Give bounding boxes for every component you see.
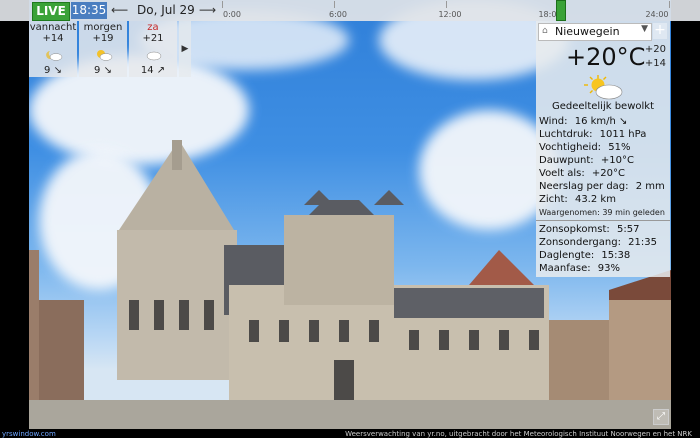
fullscreen-icon[interactable]: ⤢ [653, 409, 669, 425]
detail-label: Vochtigheid: [539, 142, 602, 153]
sun-row: Maanfase: 93% [539, 263, 620, 274]
weather-app: LIVE 18:35 ⟵ Do, Jul 29 ⟶ 0:00 6:00 12:0… [0, 0, 700, 438]
plus-icon[interactable]: + [653, 23, 667, 39]
topbar: LIVE 18:35 ⟵ Do, Jul 29 ⟶ 0:00 6:00 12:0… [0, 0, 700, 21]
chevron-down-icon: ▼ [641, 24, 648, 34]
footer-credit: Weersverwachting van yr.no, uitgebracht … [345, 430, 692, 438]
detail-label: Luchtdruk: [539, 129, 593, 140]
detail-row: Vochtigheid: 51% [539, 142, 630, 153]
current-temperature: +20°C [566, 43, 646, 71]
timeline-handle[interactable] [556, 0, 566, 21]
forecast-day-temp: +19 [92, 33, 114, 44]
current-weather-panel: ⌂ Nieuwegein ▼ + +20°C +20 +14 Gedeeltel… [536, 21, 670, 277]
arrow-left-icon[interactable]: ⟵ [111, 3, 128, 17]
sun-label: Maanfase: [539, 263, 591, 274]
observed-time: Waargenomen: 39 min geleden [539, 208, 665, 217]
timeline-tick-label: 12:00 [438, 10, 462, 19]
forecast-day-name: vannacht [29, 22, 77, 33]
date-label: Do, Jul 29 [137, 3, 195, 17]
forecast-day-temp: +14 [42, 33, 64, 44]
detail-label: Neerslag per dag: [539, 181, 629, 192]
moon-cloud-icon [46, 51, 63, 61]
sun-label: Zonsopkomst: [539, 224, 610, 235]
timeline-tick-label: 24:00 [645, 10, 669, 19]
detail-row: Dauwpunt: +10°C [539, 155, 634, 166]
detail-label: Wind: [539, 116, 568, 127]
detail-label: Voelt als: [539, 168, 585, 179]
sun-row: Daglengte: 15:38 [539, 250, 630, 261]
forecast-day[interactable]: morgen +19 9 ↘ [79, 21, 127, 77]
detail-row: Neerslag per dag: 2 mm [539, 181, 665, 192]
footer-brand-link[interactable]: yrswindow.com [2, 430, 56, 438]
time-display[interactable]: 18:35 [71, 2, 107, 19]
arrow-right-icon[interactable]: ⟶ [199, 3, 216, 17]
location-name: Nieuwegein [555, 25, 620, 38]
sun-value: 5:57 [616, 224, 640, 235]
partly-cloudy-icon [584, 75, 623, 100]
sun-row: Zonsondergang: 21:35 [539, 237, 657, 248]
sun-label: Daglengte: [539, 250, 595, 261]
cloud-icon [146, 51, 162, 61]
sun-value: 93% [597, 263, 621, 274]
detail-value: +20°C [591, 168, 625, 179]
timeline-slider[interactable]: 0:00 6:00 12:00 18:00 24:00 [222, 1, 670, 20]
detail-value: 2 mm [635, 181, 665, 192]
sun-row: Zonsopkomst: 5:57 [539, 224, 639, 235]
sun-label: Zonsondergang: [539, 237, 621, 248]
forecast-day-wind: 9 ↘ [44, 65, 62, 76]
sun-cloud-icon [97, 50, 113, 61]
chevron-right-icon[interactable]: ▶ [179, 21, 191, 77]
timeline-tick-label: 0:00 [223, 10, 241, 19]
detail-label: Dauwpunt: [539, 155, 594, 166]
detail-row: Wind: 16 km/h ↘ [539, 116, 627, 127]
timeline-tick-label: 6:00 [329, 10, 347, 19]
temp-low: +14 [644, 58, 666, 69]
detail-value: 43.2 km [574, 194, 616, 205]
forecast-day-wind: 14 ↗ [140, 65, 166, 76]
forecast-day-wind: 9 ↘ [94, 65, 112, 76]
forecast-day-name: za [147, 22, 159, 33]
detail-value: +10°C [600, 155, 634, 166]
forecast-day-name: morgen [83, 22, 123, 33]
live-button[interactable]: LIVE [32, 2, 70, 21]
divider [536, 220, 670, 221]
detail-value: 1011 hPa [599, 129, 647, 140]
forecast-day[interactable]: za +21 14 ↗ [129, 21, 177, 77]
detail-value: 51% [608, 142, 631, 153]
condition-text: Gedeeltelijk bewolkt [552, 101, 654, 112]
detail-row: Voelt als: +20°C [539, 168, 625, 179]
forecast-day-temp: +21 [142, 33, 164, 44]
detail-row: Zicht: 43.2 km [539, 194, 616, 205]
detail-label: Zicht: [539, 194, 568, 205]
sun-value: 21:35 [628, 237, 657, 248]
home-icon: ⌂ [542, 26, 548, 36]
forecast-strip: vannacht +14 9 ↘ morgen +19 9 ↘ za +21 1… [29, 21, 191, 79]
footer: yrswindow.com Weersverwachting van yr.no… [0, 429, 700, 438]
forecast-day[interactable]: vannacht +14 9 ↘ [29, 21, 77, 77]
temp-high: +20 [644, 44, 666, 55]
detail-value: 16 km/h ↘ [574, 116, 628, 127]
location-select[interactable]: ⌂ Nieuwegein ▼ [538, 23, 652, 41]
sun-value: 15:38 [601, 250, 631, 261]
detail-row: Luchtdruk: 1011 hPa [539, 129, 646, 140]
